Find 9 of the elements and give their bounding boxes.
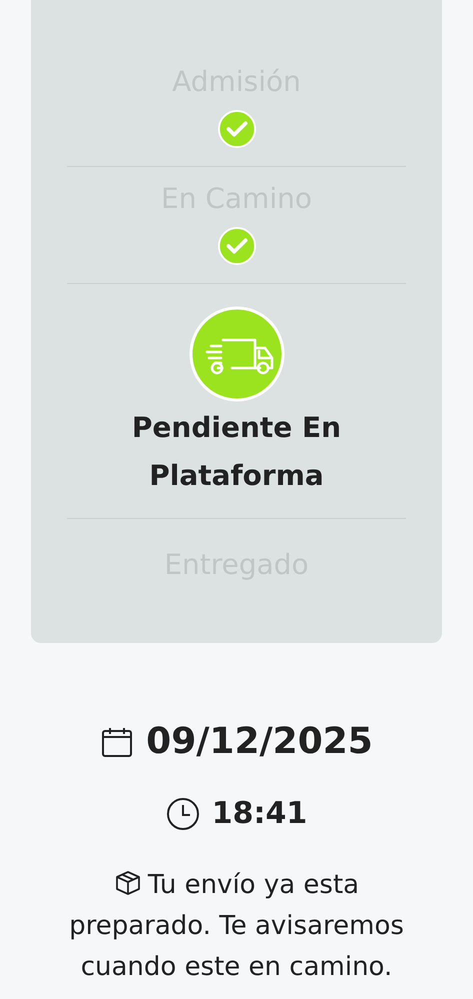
step-label: Pendiente En Plataforma [130,410,342,494]
delivery-date: 09/12/2025 [146,721,373,762]
truck-icon [188,306,284,402]
check-icon [218,227,256,265]
delivery-time: 18:41 [212,796,308,831]
check-icon [218,110,256,148]
status-message: Tu envío ya esta preparado. Te avisaremos cuando este en camino. [68,868,405,984]
clock-icon [166,796,200,830]
box-icon [114,869,142,897]
